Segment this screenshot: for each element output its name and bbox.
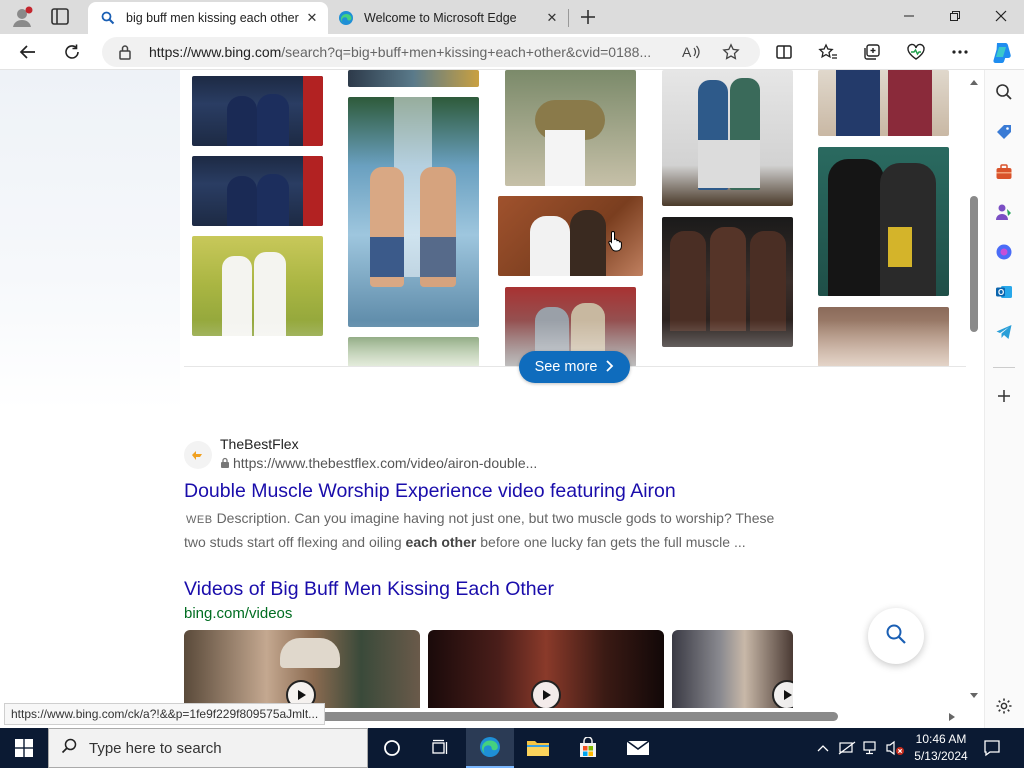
- cortana-icon[interactable]: [368, 728, 416, 768]
- games-icon[interactable]: [993, 201, 1015, 223]
- see-more-button[interactable]: See more: [519, 351, 630, 383]
- page-background: [0, 70, 180, 410]
- image-result[interactable]: [192, 76, 323, 146]
- vertical-scrollbar[interactable]: [966, 70, 984, 710]
- image-result[interactable]: [505, 70, 636, 186]
- svg-text:A: A: [682, 44, 692, 60]
- tab-welcome-edge[interactable]: Welcome to Microsoft Edge ✕: [330, 2, 568, 34]
- clock-time: 10:46 AM: [915, 732, 967, 746]
- result-snippet: WEB Description. Can you imagine having n…: [184, 510, 775, 550]
- clock-date: 5/13/2024: [914, 749, 968, 763]
- favorite-star-icon[interactable]: [720, 42, 742, 62]
- restore-icon[interactable]: [932, 0, 978, 32]
- scroll-down-icon[interactable]: [969, 692, 979, 700]
- search-icon: [885, 623, 907, 650]
- volume-muted-icon[interactable]: [884, 728, 906, 768]
- tab-title: Welcome to Microsoft Edge: [364, 11, 517, 25]
- edge-logo-icon: [338, 10, 354, 26]
- result-url[interactable]: https://www.thebestflex.com/video/airon-…: [220, 455, 537, 471]
- tab-strip: big buff men kissing each other ✕ Welcom…: [0, 0, 1024, 34]
- image-result[interactable]: [818, 147, 949, 296]
- read-aloud-icon[interactable]: A: [680, 42, 702, 62]
- settings-gear-icon[interactable]: [993, 695, 1015, 717]
- file-explorer-icon[interactable]: [514, 728, 562, 768]
- videos-section-title-link[interactable]: Videos of Big Buff Men Kissing Each Othe…: [184, 578, 554, 601]
- back-icon[interactable]: [14, 38, 42, 66]
- windows-start-icon[interactable]: [0, 728, 48, 768]
- image-result[interactable]: [348, 70, 479, 87]
- lock-icon: [221, 457, 229, 468]
- profile-icon[interactable]: [10, 6, 34, 28]
- minimize-icon[interactable]: [886, 0, 932, 32]
- play-icon[interactable]: [772, 680, 793, 710]
- floating-search-button[interactable]: [868, 608, 924, 664]
- chevron-right-icon: [605, 359, 614, 375]
- result-site-name[interactable]: TheBestFlex: [220, 436, 299, 452]
- search-icon: [100, 10, 116, 26]
- image-result[interactable]: [348, 97, 479, 327]
- horizontal-scroll-thumb[interactable]: [318, 712, 838, 721]
- sidebar-divider: [993, 367, 1015, 368]
- result-type-badge: WEB: [186, 514, 213, 526]
- taskbar-edge-icon[interactable]: [466, 728, 514, 768]
- mail-icon[interactable]: [614, 728, 662, 768]
- address-bar[interactable]: https://www.bing.com/search?q=big+buff+m…: [102, 37, 760, 67]
- microsoft-365-icon[interactable]: [993, 241, 1015, 263]
- tab-bing-search[interactable]: big buff men kissing each other ✕: [88, 2, 328, 34]
- tab-actions-icon[interactable]: [48, 6, 72, 28]
- more-options-icon[interactable]: [946, 38, 974, 66]
- close-tab-icon[interactable]: ✕: [302, 8, 322, 28]
- vertical-scroll-thumb[interactable]: [970, 196, 978, 332]
- taskbar-search-placeholder: Type here to search: [89, 739, 222, 757]
- tools-briefcase-icon[interactable]: [993, 161, 1015, 183]
- send-telegram-icon[interactable]: [993, 321, 1015, 343]
- show-hidden-icons-icon[interactable]: [812, 728, 834, 768]
- videos-source-link[interactable]: bing.com/videos: [184, 605, 292, 622]
- url-text[interactable]: https://www.bing.com/search?q=big+buff+m…: [149, 44, 669, 60]
- scroll-up-icon[interactable]: [969, 78, 979, 86]
- link-status-bar: https://www.bing.com/ck/a?!&&p=1fe9f229f…: [4, 703, 326, 725]
- video-thumbnail[interactable]: [428, 630, 664, 720]
- navigation-bar: https://www.bing.com/search?q=big+buff+m…: [0, 34, 1024, 70]
- refresh-icon[interactable]: [58, 38, 86, 66]
- play-icon[interactable]: [531, 680, 561, 710]
- outlook-icon[interactable]: O: [993, 281, 1015, 303]
- network-status-icon[interactable]: [836, 728, 858, 768]
- microsoft-store-icon[interactable]: [564, 728, 612, 768]
- hand-cursor-icon: [608, 230, 622, 252]
- tab-separator: [568, 9, 569, 27]
- task-view-icon[interactable]: [416, 728, 464, 768]
- collections-icon[interactable]: [858, 38, 886, 66]
- svg-text:O: O: [998, 288, 1004, 297]
- tab-title: big buff men kissing each other: [126, 11, 299, 25]
- video-thumbnail[interactable]: [672, 630, 793, 720]
- new-tab-icon[interactable]: [577, 6, 599, 28]
- image-result[interactable]: [818, 70, 949, 136]
- close-window-icon[interactable]: [978, 0, 1024, 32]
- result-title-link[interactable]: Double Muscle Worship Experience video f…: [184, 480, 676, 503]
- favorites-icon[interactable]: [814, 38, 842, 66]
- search-icon: [61, 738, 77, 759]
- sidebar-search-icon[interactable]: [993, 81, 1015, 103]
- scroll-right-icon[interactable]: [948, 712, 956, 722]
- close-tab-icon[interactable]: ✕: [542, 8, 562, 28]
- add-sidebar-app-icon[interactable]: [993, 385, 1015, 407]
- browser-essentials-icon[interactable]: [902, 38, 930, 66]
- image-result[interactable]: [192, 156, 323, 226]
- network-icon[interactable]: [860, 728, 882, 768]
- windows-taskbar: Type here to search 10:46 AM 5/13/2024: [0, 728, 1024, 768]
- search-results-page: See more TheBestFlex https://www.thebest…: [0, 70, 966, 728]
- copilot-icon[interactable]: [988, 38, 1016, 66]
- split-screen-icon[interactable]: [770, 38, 798, 66]
- image-result[interactable]: [662, 70, 793, 206]
- shopping-tag-icon[interactable]: [993, 121, 1015, 143]
- see-more-label: See more: [534, 359, 598, 375]
- site-favicon-icon[interactable]: [184, 441, 212, 469]
- system-clock[interactable]: 10:46 AM 5/13/2024: [906, 731, 976, 765]
- lock-icon[interactable]: [118, 44, 132, 65]
- taskbar-search-box[interactable]: Type here to search: [48, 728, 368, 768]
- notification-center-icon[interactable]: [978, 728, 1006, 768]
- edge-sidebar: O: [984, 70, 1024, 728]
